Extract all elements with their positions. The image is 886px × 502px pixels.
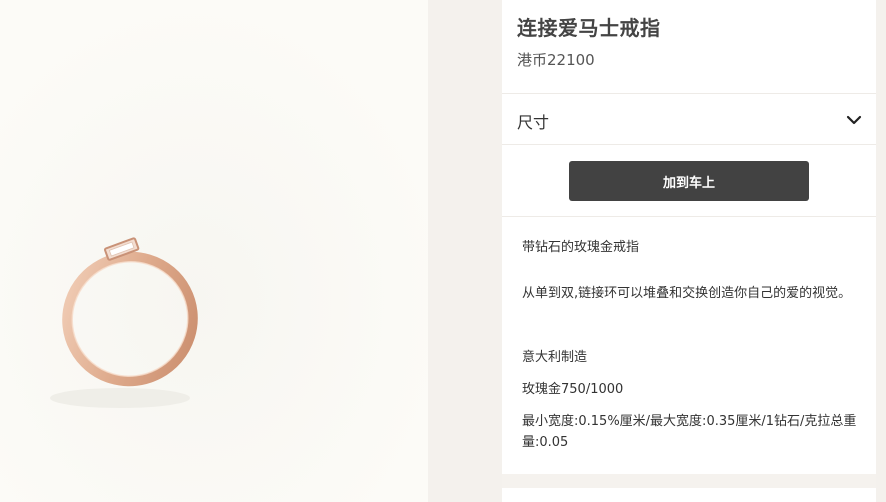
specs-text: 最小宽度:0.15%厘米/最大宽度:0.35厘米/1钻石/克拉总重量:0.05	[522, 414, 857, 450]
description-body: 从单到双,链接环可以堆叠和交换创造你自己的爱的视觉。	[522, 286, 852, 301]
add-to-cart-button[interactable]: 加到车上	[569, 161, 809, 201]
product-image[interactable]	[0, 0, 428, 502]
origin-text: 意大利制造	[522, 350, 588, 365]
product-info-card: 连接爱马士戒指 港币22100 尺寸 加到车上 带钻石的玫瑰金戒指 从单到双,链…	[502, 0, 876, 474]
description-subtitle: 带钻石的玫瑰金戒指	[522, 240, 640, 255]
divider	[502, 216, 876, 217]
size-label: 尺寸	[517, 113, 550, 132]
divider	[502, 144, 876, 145]
chevron-down-icon[interactable]	[846, 114, 862, 126]
product-price: 港币22100	[517, 51, 595, 69]
next-section-card	[502, 488, 876, 502]
ring-illustration	[0, 0, 428, 502]
material-text: 玫瑰金750/1000	[522, 382, 624, 397]
size-selector[interactable]: 尺寸	[502, 94, 876, 144]
gallery-gutter	[428, 0, 502, 502]
product-title: 连接爱马士戒指	[517, 16, 661, 40]
page-margin	[876, 0, 886, 502]
